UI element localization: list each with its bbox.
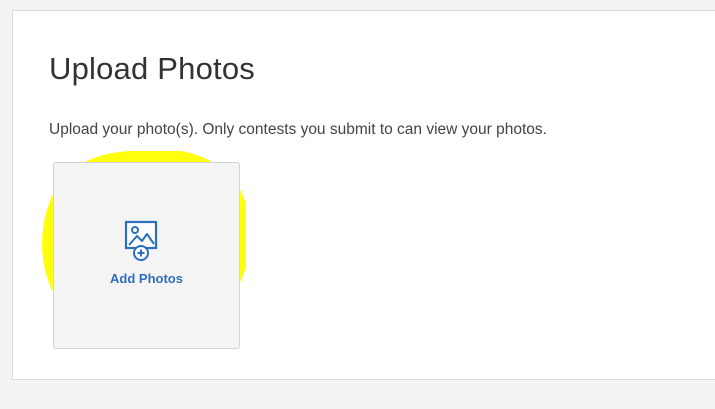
page-title: Upload Photos [49, 51, 255, 86]
upload-description: Upload your photo(s). Only contests you … [49, 121, 547, 138]
upload-photos-card: Upload Photos Upload your photo(s). Only… [12, 10, 715, 380]
add-photos-label: Add Photos [110, 271, 183, 286]
add-photo-icon [124, 220, 158, 261]
add-photos-button[interactable]: Add Photos [53, 162, 240, 349]
page: Upload Photos Upload your photo(s). Only… [0, 0, 715, 409]
